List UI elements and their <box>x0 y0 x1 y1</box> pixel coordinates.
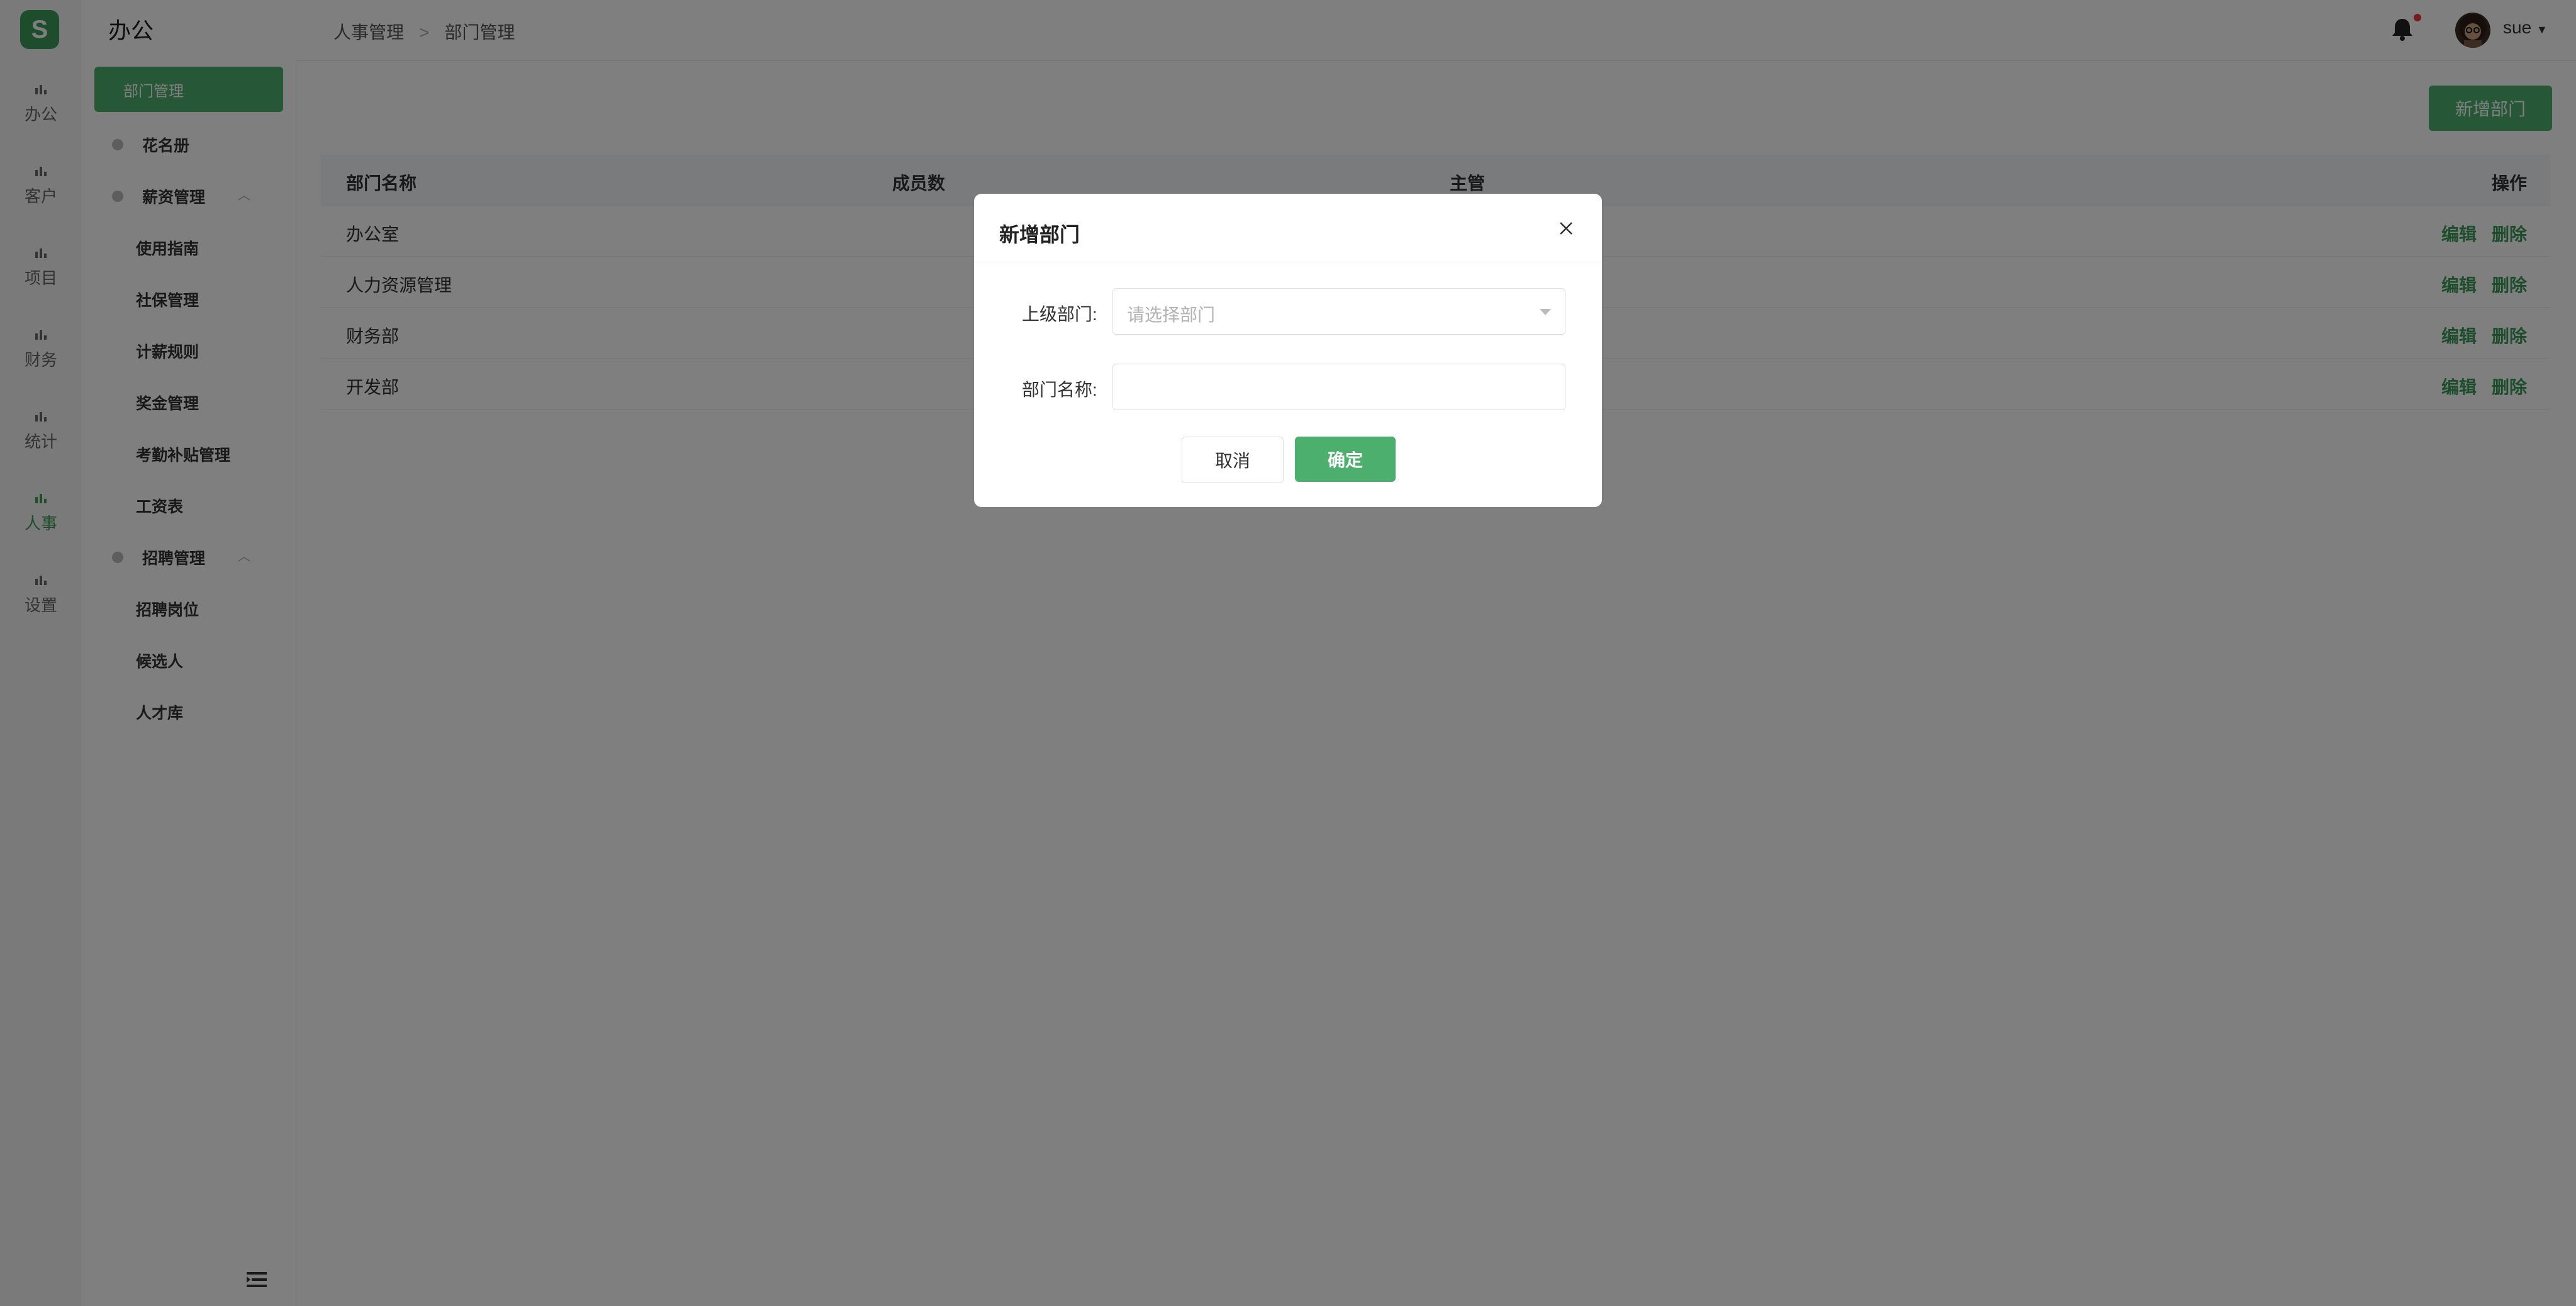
select-placeholder: 请选择部门 <box>1127 305 1216 325</box>
department-name-label: 部门名称: <box>1022 380 1097 399</box>
caret-down-icon <box>1540 309 1551 315</box>
dialog-title: 新增部门 <box>999 223 1080 246</box>
parent-department-select[interactable]: 请选择部门 <box>1112 288 1565 335</box>
add-department-dialog: 新增部门 上级部门: 请选择部门 部门名称: 取消 确定 <box>974 194 1602 507</box>
department-name-input[interactable] <box>1112 364 1565 410</box>
dialog-header: 新增部门 <box>974 194 1602 262</box>
cancel-button[interactable]: 取消 <box>1182 437 1284 483</box>
confirm-button[interactable]: 确定 <box>1295 437 1396 482</box>
parent-department-label: 上级部门: <box>1022 304 1097 324</box>
close-icon[interactable] <box>1558 220 1574 237</box>
